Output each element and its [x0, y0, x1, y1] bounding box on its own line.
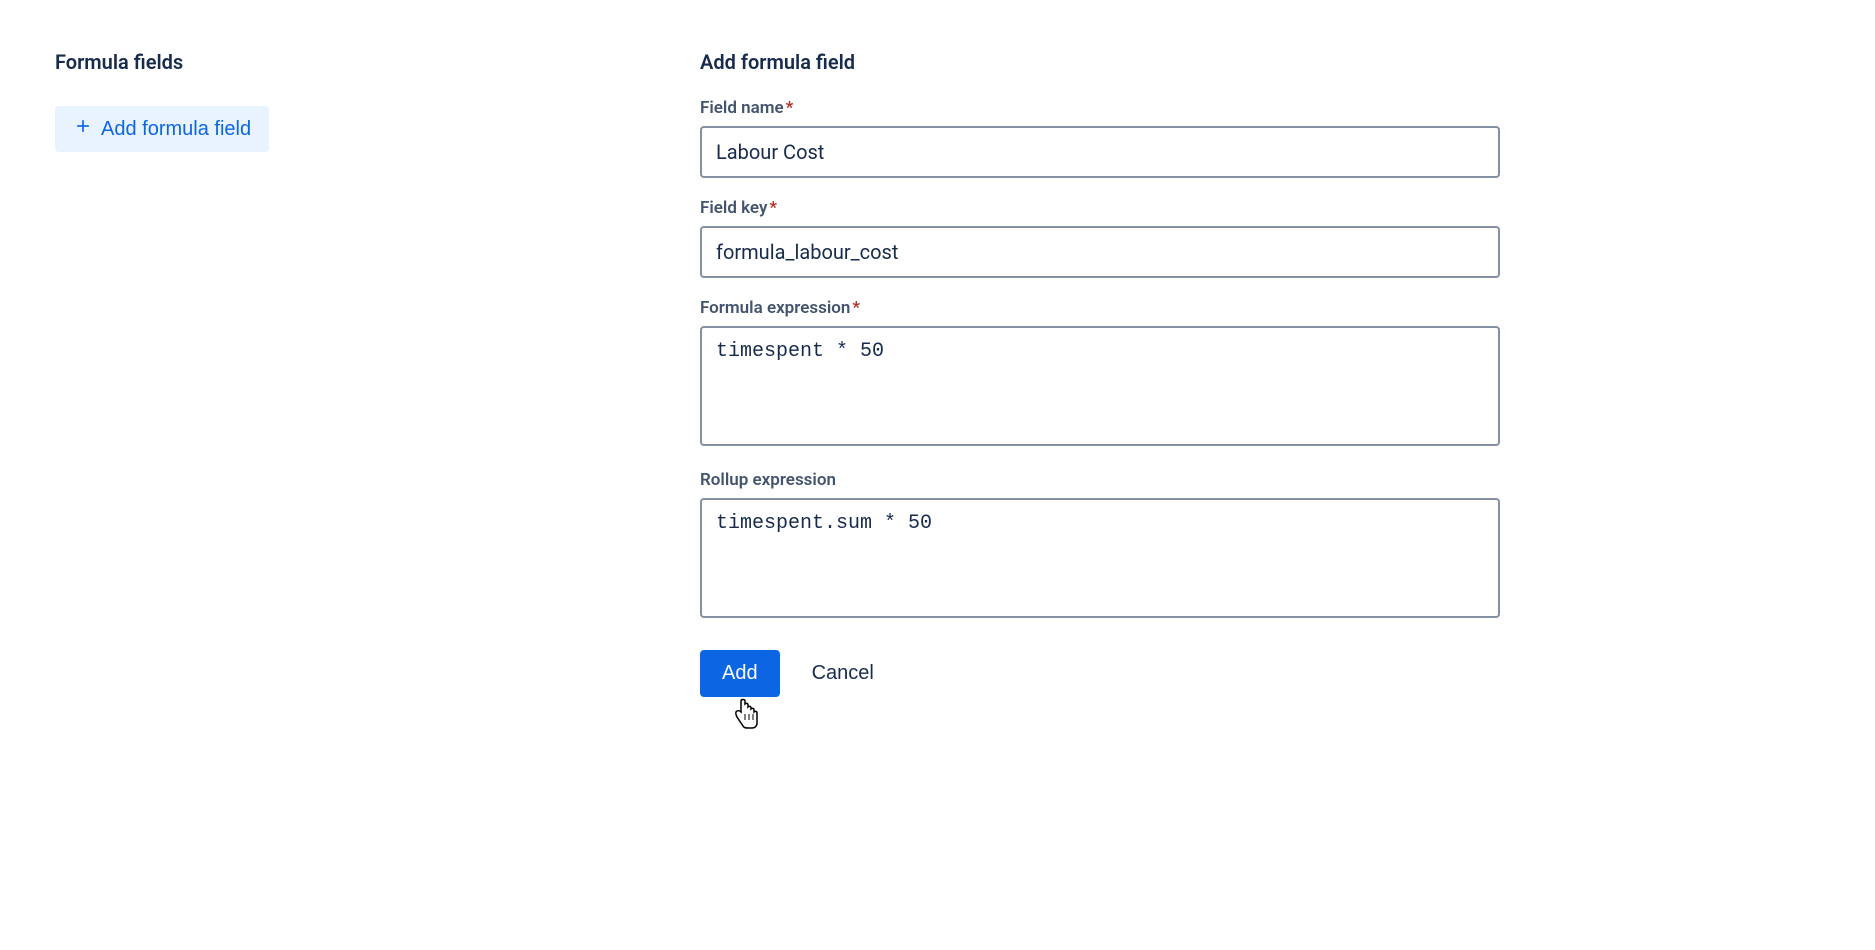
required-asterisk: * [852, 298, 860, 318]
rollup-expression-input[interactable] [700, 498, 1500, 618]
cursor-pointer-icon [732, 698, 760, 734]
formula-expression-label: Formula expression* [700, 298, 1500, 318]
field-name-label: Field name* [700, 98, 1500, 118]
required-asterisk: * [769, 198, 777, 218]
rollup-expression-group: Rollup expression [700, 470, 1500, 622]
form-actions: Add Cancel [700, 650, 1500, 697]
required-asterisk: * [786, 98, 794, 118]
rollup-expression-label: Rollup expression [700, 470, 1500, 490]
form-panel: Add formula field Field name* Field key*… [700, 50, 1500, 697]
sidebar: Formula fields Add formula field [55, 50, 305, 697]
formula-expression-group: Formula expression* [700, 298, 1500, 450]
add-formula-field-button[interactable]: Add formula field [55, 106, 269, 152]
cancel-button[interactable]: Cancel [804, 650, 882, 697]
form-title: Add formula field [700, 50, 1500, 74]
formula-expression-input[interactable] [700, 326, 1500, 446]
field-name-group: Field name* [700, 98, 1500, 178]
plus-icon [73, 116, 93, 142]
add-button[interactable]: Add [700, 650, 780, 697]
sidebar-title: Formula fields [55, 50, 305, 74]
field-name-input[interactable] [700, 126, 1500, 178]
field-key-input[interactable] [700, 226, 1500, 278]
add-formula-field-label: Add formula field [101, 118, 251, 141]
field-key-label: Field key* [700, 198, 1500, 218]
field-key-group: Field key* [700, 198, 1500, 278]
